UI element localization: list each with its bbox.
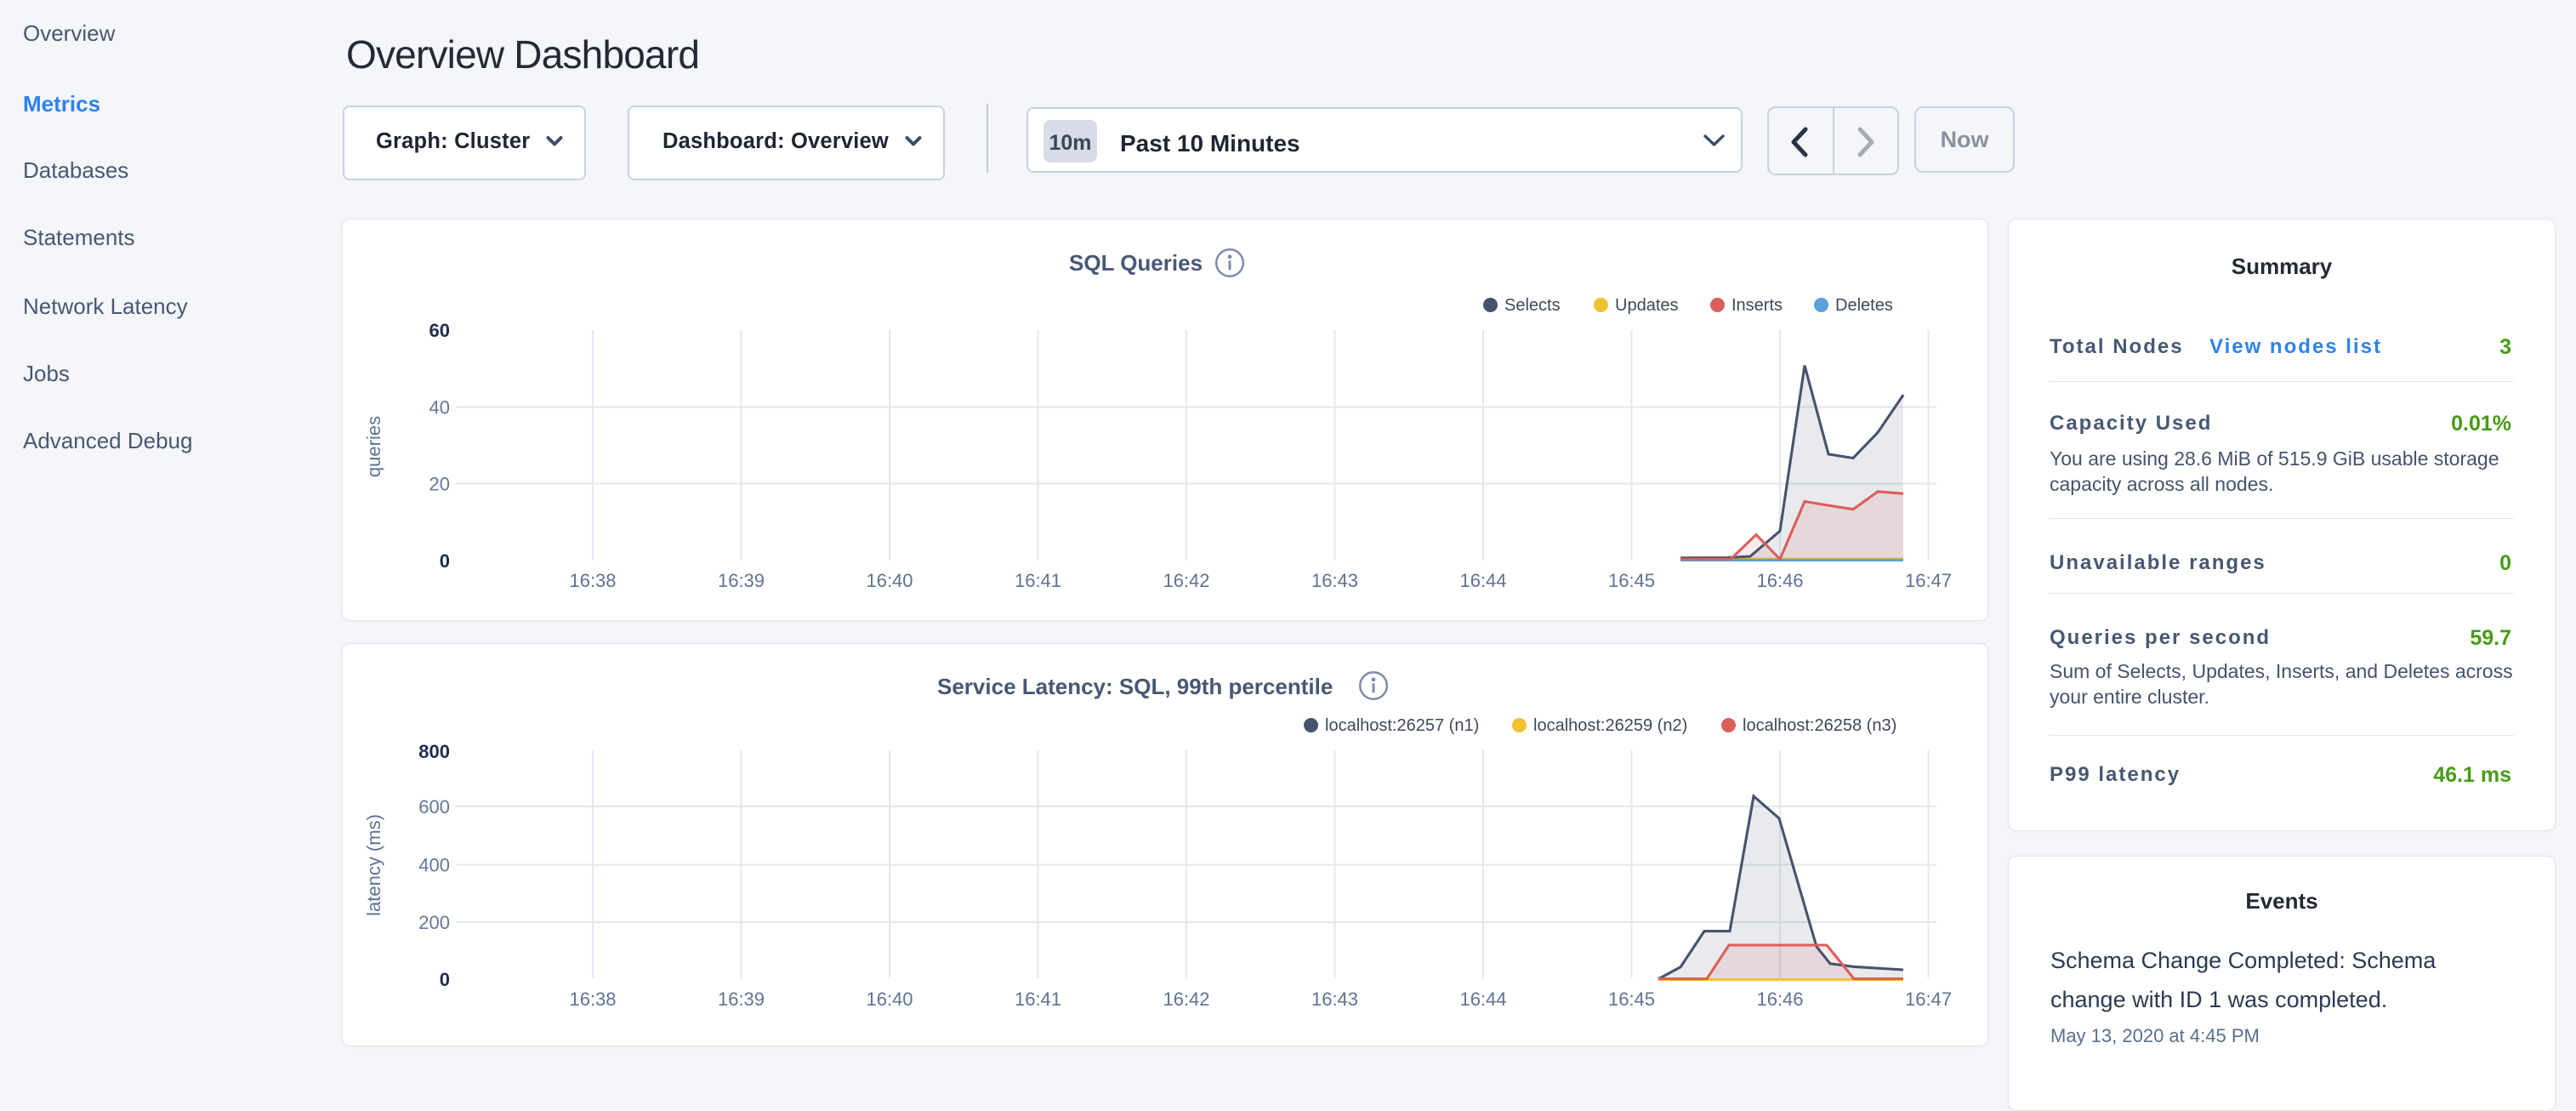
svg-text:16:46: 16:46 <box>1756 989 1803 1010</box>
svg-text:16:47: 16:47 <box>1905 570 1952 591</box>
svg-text:16:44: 16:44 <box>1459 570 1506 591</box>
svg-text:400: 400 <box>418 855 450 876</box>
svg-text:16:42: 16:42 <box>1163 989 1209 1010</box>
svg-text:16:39: 16:39 <box>718 989 765 1010</box>
svg-text:40: 40 <box>429 397 450 419</box>
svg-text:16:45: 16:45 <box>1608 570 1655 591</box>
svg-text:16:41: 16:41 <box>1015 570 1061 591</box>
svg-text:16:38: 16:38 <box>569 570 616 591</box>
svg-text:16:39: 16:39 <box>718 570 765 591</box>
svg-text:60: 60 <box>429 320 450 341</box>
svg-text:latency (ms): latency (ms) <box>363 814 384 916</box>
svg-text:16:40: 16:40 <box>866 570 913 591</box>
svg-text:16:44: 16:44 <box>1459 989 1506 1010</box>
svg-text:16:38: 16:38 <box>569 989 616 1010</box>
svg-text:0: 0 <box>440 969 450 990</box>
svg-text:16:43: 16:43 <box>1311 989 1358 1010</box>
svg-text:800: 800 <box>418 741 450 762</box>
svg-text:16:40: 16:40 <box>866 989 913 1010</box>
svg-text:16:45: 16:45 <box>1608 989 1655 1010</box>
svg-text:0: 0 <box>440 550 450 572</box>
svg-text:16:41: 16:41 <box>1015 989 1061 1010</box>
svg-text:20: 20 <box>429 474 450 495</box>
svg-text:200: 200 <box>418 912 450 933</box>
svg-text:queries: queries <box>363 416 384 477</box>
svg-text:16:46: 16:46 <box>1756 570 1803 591</box>
svg-text:16:43: 16:43 <box>1311 570 1358 591</box>
svg-text:16:42: 16:42 <box>1163 570 1209 591</box>
svg-text:16:47: 16:47 <box>1905 989 1952 1010</box>
svg-text:600: 600 <box>418 796 450 818</box>
